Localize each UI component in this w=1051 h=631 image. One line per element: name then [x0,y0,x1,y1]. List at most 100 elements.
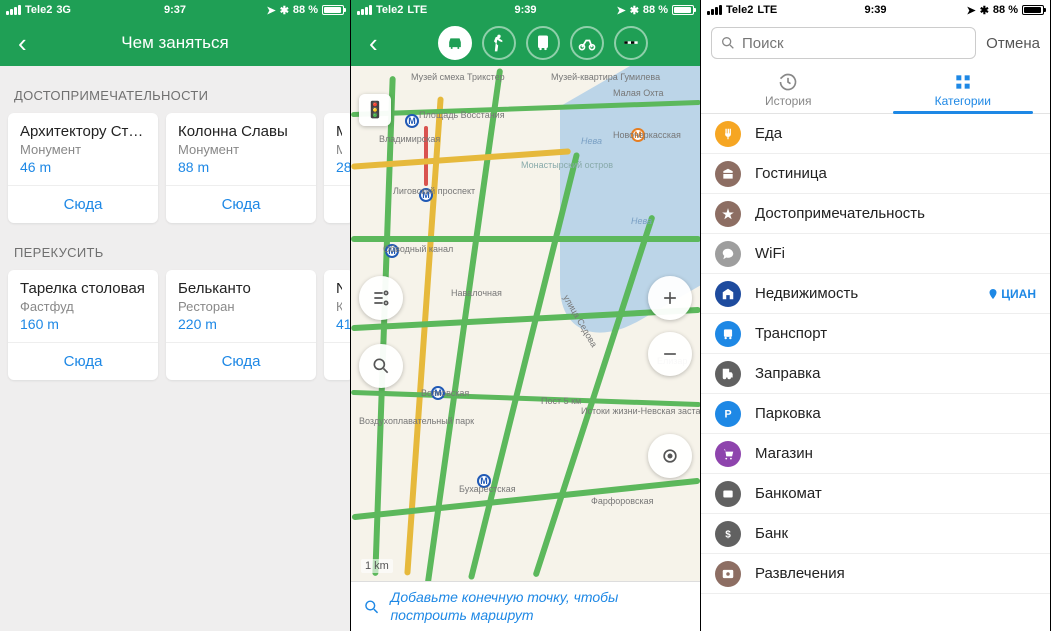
category-icon: $ [715,521,741,547]
status-bar: Tele2 3G 9:37 ➤ ✱ 88 % [0,0,350,20]
search-icon [720,35,736,51]
search-box[interactable] [711,27,976,59]
mode-walk[interactable] [482,26,516,60]
carrier-label: Tele2 [376,4,403,16]
mode-taxi[interactable] [614,26,648,60]
route-here-button[interactable] [324,342,350,363]
card-distance: 88 m [178,159,304,175]
route-here-button[interactable]: Сюда [166,185,316,223]
map-label: Волковская [421,388,469,398]
bluetooth-icon: ✱ [980,4,989,17]
battery-percent: 88 % [993,4,1018,16]
bluetooth-icon: ✱ [280,4,289,17]
map-label: Малая Охта [613,88,664,98]
map-label: Владимирская [379,134,440,144]
back-button[interactable]: ‹ [361,26,386,60]
category-label: Парковка [755,405,821,422]
category-item[interactable]: Заправка [701,354,1050,394]
locate-me-button[interactable] [648,434,692,478]
search-button[interactable] [359,344,403,388]
route-here-button[interactable] [324,185,350,206]
category-icon [715,321,741,347]
sights-row[interactable]: Архитектору Ста… Монумент 46 m Сюда Коло… [0,113,350,223]
zoom-in-button[interactable] [648,276,692,320]
tab-label: История [765,94,812,108]
category-list[interactable]: ЕдаГостиницаДостопримечательностьWiFiНед… [701,114,1050,631]
category-icon [715,161,741,187]
map-label: Монастырский остров [521,160,613,170]
card-distance: 46 m [20,159,146,175]
category-label: Еда [755,125,782,142]
route-settings-button[interactable] [359,276,403,320]
mode-transit[interactable] [526,26,560,60]
traffic-button[interactable]: 🚦 [359,94,391,126]
category-item[interactable]: Достопримечательность [701,194,1050,234]
eat-card[interactable]: No Ка 410 [324,270,350,380]
category-item[interactable]: Еда [701,114,1050,154]
metro-marker[interactable]: M [405,114,419,128]
card-distance: 410 [336,316,342,332]
card-title: Тарелка столовая [20,280,146,297]
category-item[interactable]: Гостиница [701,154,1050,194]
navbar: ‹ Чем заняться [0,20,350,66]
location-icon: ➤ [266,4,275,17]
categories-icon [953,72,973,92]
search-icon [363,596,380,618]
route-here-button[interactable]: Сюда [8,342,158,380]
category-icon [715,441,741,467]
svg-text:P: P [724,408,731,420]
category-icon [715,241,741,267]
network-label: 3G [56,4,71,16]
card-subtitle: Фастфуд [20,299,146,314]
search-input[interactable] [742,35,967,52]
signal-icon [6,5,21,15]
sight-card[interactable]: Колонна Славы Монумент 88 m Сюда [166,113,316,223]
category-item[interactable]: Магазин [701,434,1050,474]
network-label: LTE [757,4,777,16]
mode-car[interactable] [438,26,472,60]
signal-icon [357,5,372,15]
category-item[interactable]: WiFi [701,234,1050,274]
map-label: Обводный канал [383,244,453,254]
map-label: Пост 5 км [541,396,581,406]
map-canvas[interactable]: M M M M M M Музей смеха Трикстер Площадь… [351,66,700,581]
map-label: Площадь Восстания [419,110,505,120]
eat-row[interactable]: Тарелка столовая Фастфуд 160 m Сюда Бель… [0,270,350,380]
eat-card[interactable]: Тарелка столовая Фастфуд 160 m Сюда [8,270,158,380]
sight-card[interactable]: Архитектору Ста… Монумент 46 m Сюда [8,113,158,223]
tab-history[interactable]: История [701,66,876,113]
category-label: Гостиница [755,165,827,182]
status-bar: Tele2 LTE 9:39 ➤ ✱ 88 % [351,0,700,20]
card-subtitle: Му [336,142,342,157]
section-eat-header: ПЕРЕКУСИТЬ [0,223,350,270]
zoom-out-button[interactable] [648,332,692,376]
battery-icon [1022,5,1044,15]
category-item[interactable]: НедвижимостьЦИАН [701,274,1050,314]
sight-card[interactable]: Му Му 28 [324,113,350,223]
card-distance: 220 m [178,316,304,332]
category-item[interactable]: Развлечения [701,554,1050,594]
card-distance: 28 [336,159,342,175]
category-item[interactable]: P Парковка [701,394,1050,434]
category-label: Транспорт [755,325,827,342]
tab-categories[interactable]: Категории [876,66,1051,113]
signal-icon [707,5,722,15]
category-label: Недвижимость [755,285,858,302]
category-item[interactable]: Банкомат [701,474,1050,514]
cancel-button[interactable]: Отмена [986,35,1040,52]
card-title: Бельканто [178,280,304,297]
map-label: Нева [581,136,602,146]
eat-card[interactable]: Бельканто Ресторан 220 m Сюда [166,270,316,380]
category-item[interactable]: Транспорт [701,314,1050,354]
route-prompt[interactable]: Добавьте конечную точку, чтобы построить… [351,581,700,631]
route-here-button[interactable]: Сюда [8,185,158,223]
category-item[interactable]: $Банк [701,514,1050,554]
route-here-button[interactable]: Сюда [166,342,316,380]
battery-percent: 88 % [293,4,318,16]
category-label: Достопримечательность [755,205,925,222]
category-icon [715,481,741,507]
carrier-label: Tele2 [726,4,753,16]
card-subtitle: Ка [336,299,342,314]
mode-bike[interactable] [570,26,604,60]
category-icon [715,281,741,307]
